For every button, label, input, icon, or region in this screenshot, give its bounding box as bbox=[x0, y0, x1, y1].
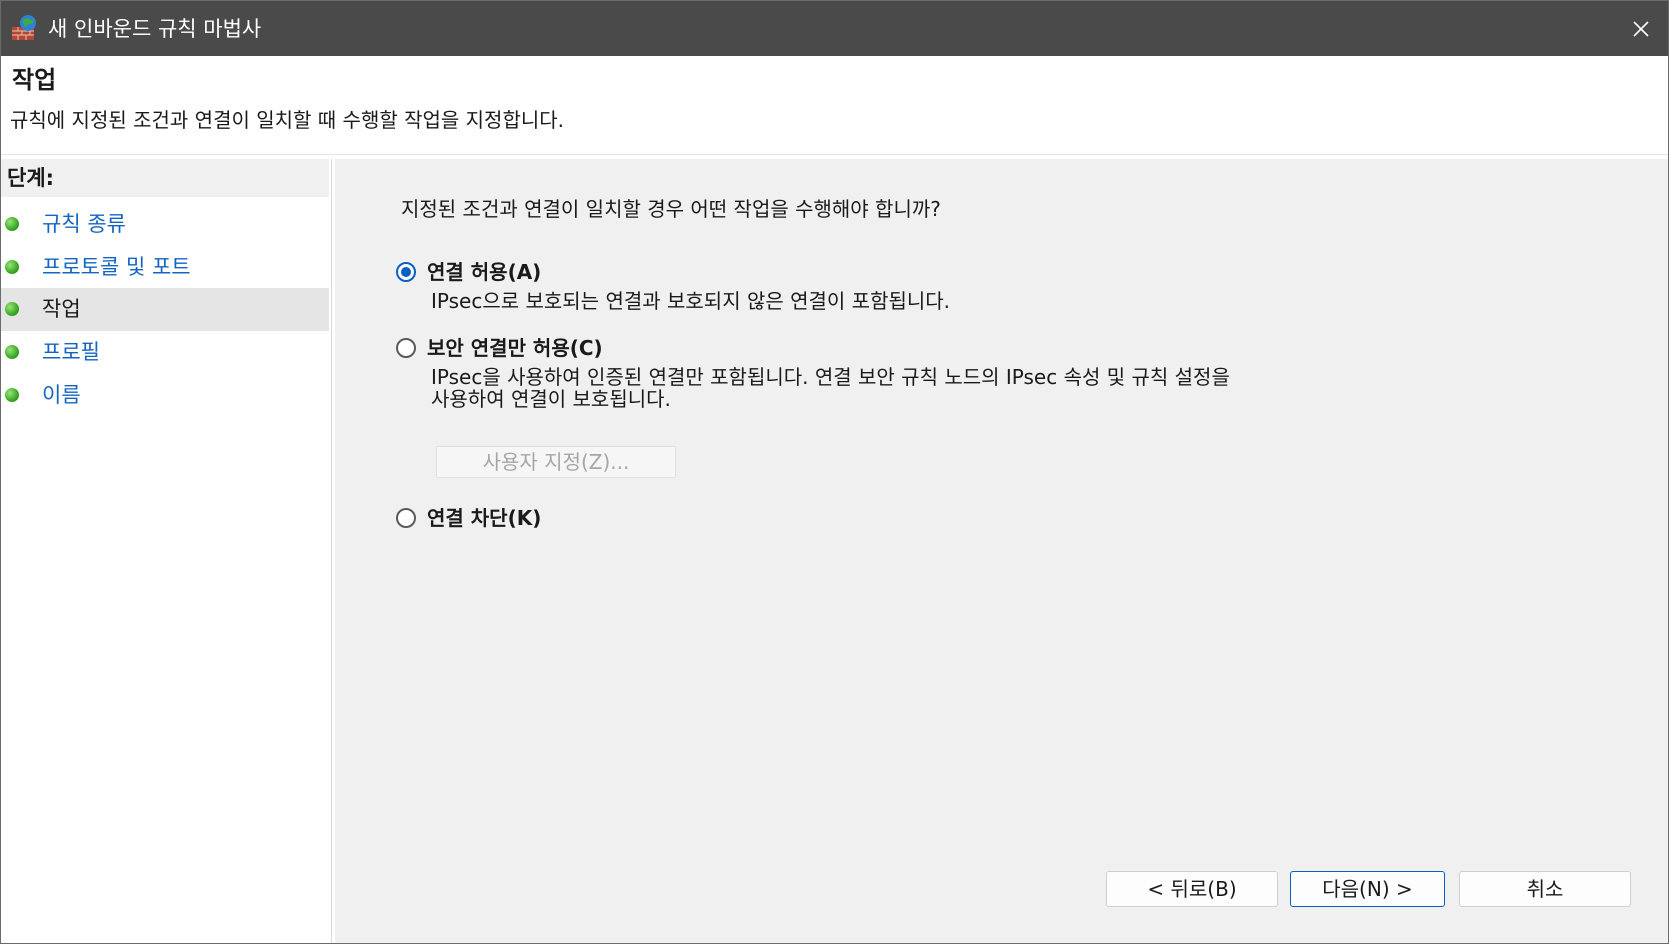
step-action[interactable]: 작업 bbox=[1, 288, 329, 331]
step-label: 프로토콜 및 포트 bbox=[42, 255, 191, 279]
wizard-header: 작업 규칙에 지정된 조건과 연결이 일치할 때 수행할 작업을 지정합니다. bbox=[1, 56, 1668, 155]
firewall-icon bbox=[11, 14, 39, 42]
page-description: 규칙에 지정된 조건과 연결이 일치할 때 수행할 작업을 지정합니다. bbox=[10, 108, 565, 132]
step-label: 작업 bbox=[42, 297, 81, 321]
step-name[interactable]: 이름 bbox=[1, 374, 329, 417]
allow-secure-description-line1: IPsec을 사용하여 인증된 연결만 포함됩니다. 연결 보안 규칙 노드의 … bbox=[431, 365, 1230, 389]
close-button[interactable] bbox=[1614, 1, 1668, 56]
block-connection-option[interactable]: 연결 차단(K) bbox=[396, 504, 541, 532]
step-status-icon bbox=[5, 302, 19, 316]
window-title: 새 인바운드 규칙 마법사 bbox=[48, 17, 262, 41]
step-protocol-port[interactable]: 프로토콜 및 포트 bbox=[1, 246, 329, 289]
step-status-icon bbox=[5, 260, 19, 274]
allow-secure-option[interactable]: 보안 연결만 허용(C) bbox=[396, 334, 603, 362]
close-icon bbox=[1633, 20, 1649, 37]
allow-connection-description: IPsec으로 보호되는 연결과 보호되지 않은 연결이 포함됩니다. bbox=[431, 289, 951, 313]
next-button[interactable]: 다음(N) > bbox=[1290, 871, 1445, 907]
step-status-icon bbox=[5, 217, 19, 231]
content-panel: 지정된 조건과 연결이 일치할 경우 어떤 작업을 수행해야 합니까? 연결 허… bbox=[335, 159, 1668, 943]
step-status-icon bbox=[5, 345, 19, 359]
customize-button: 사용자 지정(Z)... bbox=[436, 446, 676, 478]
step-label: 규칙 종류 bbox=[42, 212, 126, 236]
step-label: 이름 bbox=[42, 383, 81, 407]
steps-title: 단계: bbox=[1, 159, 329, 197]
block-connection-radio[interactable] bbox=[396, 508, 416, 528]
back-button[interactable]: < 뒤로(B) bbox=[1106, 871, 1278, 907]
title-bar: 새 인바운드 규칙 마법사 bbox=[1, 1, 1668, 56]
wizard-window: 새 인바운드 규칙 마법사 작업 규칙에 지정된 조건과 연결이 일치할 때 수… bbox=[0, 0, 1669, 944]
allow-secure-label: 보안 연결만 허용(C) bbox=[427, 336, 603, 360]
cancel-button[interactable]: 취소 bbox=[1459, 871, 1631, 907]
allow-connection-label: 연결 허용(A) bbox=[427, 260, 542, 284]
page-title: 작업 bbox=[12, 66, 57, 94]
step-profile[interactable]: 프로필 bbox=[1, 331, 329, 374]
allow-connection-option[interactable]: 연결 허용(A) bbox=[396, 258, 541, 286]
allow-secure-radio[interactable] bbox=[396, 338, 416, 358]
allow-connection-radio[interactable] bbox=[396, 262, 416, 282]
step-status-icon bbox=[5, 388, 19, 402]
steps-panel: 단계: 규칙 종류 프로토콜 및 포트 작업 프로필 이름 bbox=[1, 159, 332, 943]
action-question: 지정된 조건과 연결이 일치할 경우 어떤 작업을 수행해야 합니까? bbox=[401, 197, 941, 221]
allow-secure-description-line2: 사용하여 연결이 보호됩니다. bbox=[431, 387, 671, 411]
step-label: 프로필 bbox=[42, 340, 100, 364]
step-rule-type[interactable]: 규칙 종류 bbox=[1, 203, 329, 246]
block-connection-label: 연결 차단(K) bbox=[427, 506, 542, 530]
